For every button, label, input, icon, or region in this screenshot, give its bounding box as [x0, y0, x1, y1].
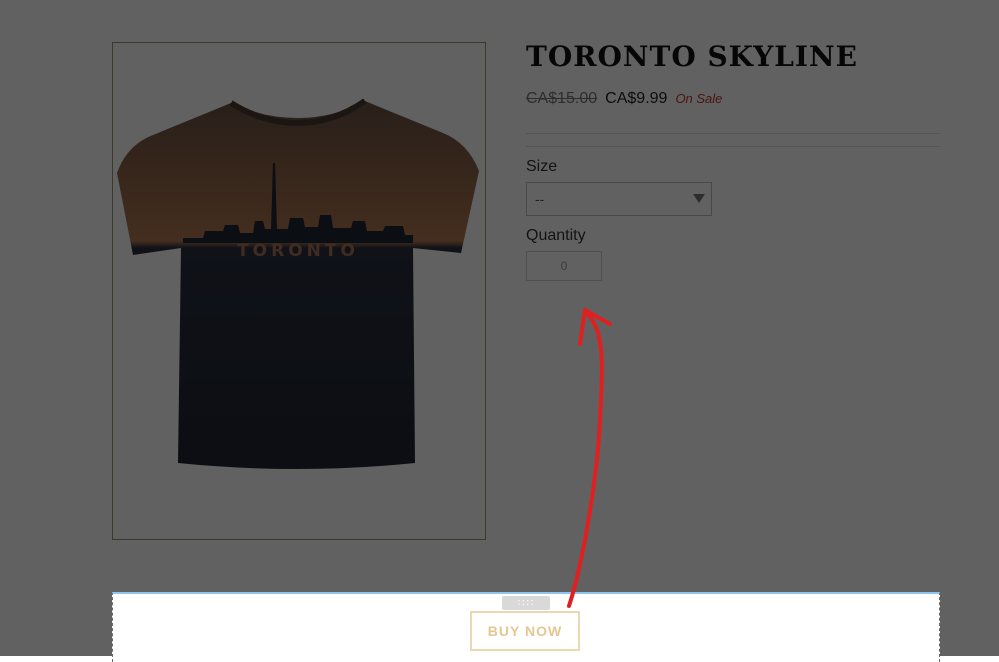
sale-badge: On Sale	[675, 91, 723, 106]
compare-at-price: CA$15.00	[526, 90, 598, 107]
tshirt-print-text: TORONTO	[237, 241, 359, 261]
size-select[interactable]: --	[526, 182, 712, 216]
current-price: CA$9.99	[605, 90, 668, 107]
editable-section[interactable]: :::: BUY NOW	[112, 592, 940, 662]
product-title: TORONTO SKYLINE	[526, 40, 858, 73]
size-select-value: --	[535, 191, 545, 207]
buy-now-button[interactable]: BUY NOW	[470, 611, 580, 651]
divider	[526, 133, 940, 134]
product-image[interactable]: TORONTO	[112, 42, 486, 540]
quantity-input[interactable]: 0	[526, 251, 602, 281]
quantity-label: Quantity	[526, 227, 586, 244]
divider	[526, 146, 940, 147]
size-label: Size	[526, 158, 558, 175]
product-page: TORONTO TORONTO SKYLINE CA$15.00 CA$9.99…	[0, 0, 999, 656]
drag-handle-icon[interactable]: ::::	[502, 596, 550, 610]
quantity-value: 0	[560, 259, 568, 273]
price-row: CA$15.00 CA$9.99 On Sale	[526, 90, 722, 108]
tshirt-image: TORONTO	[117, 98, 479, 469]
chevron-down-icon	[693, 194, 705, 203]
